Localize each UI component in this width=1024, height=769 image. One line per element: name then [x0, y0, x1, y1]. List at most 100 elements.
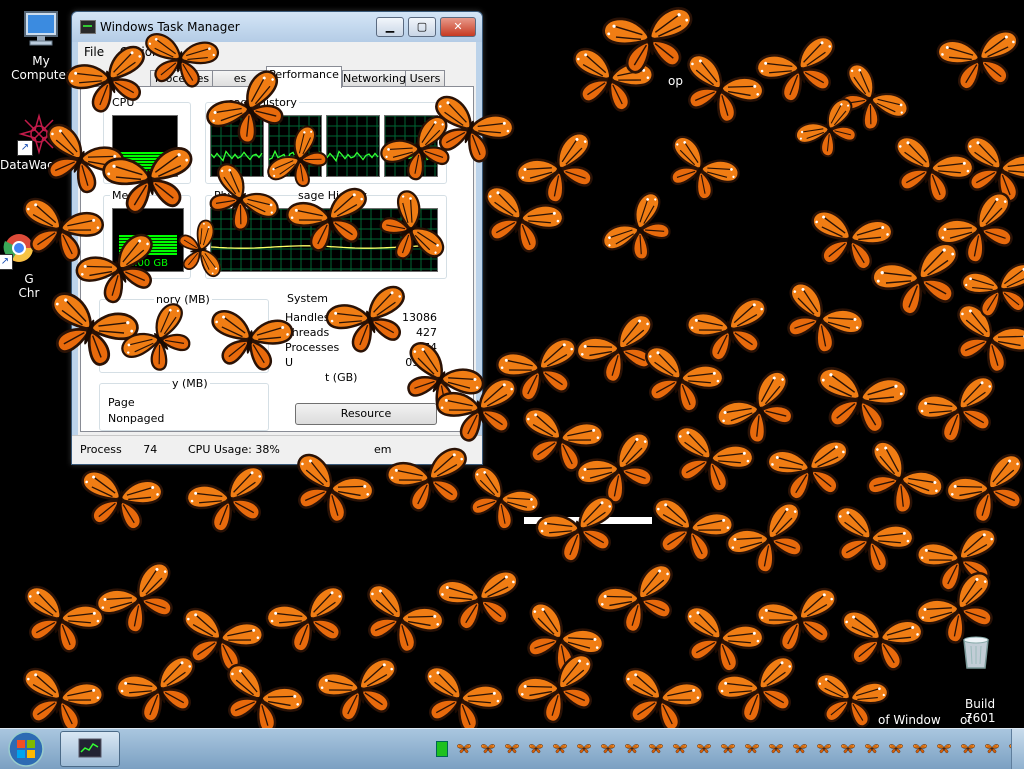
kernel-memory-group: y (MB) Page Nonpaged — [99, 377, 269, 431]
butterfly-icon[interactable] — [456, 741, 472, 755]
butterfly-icon — [809, 364, 910, 438]
show-desktop-button[interactable] — [1011, 729, 1024, 769]
tray-green-icon[interactable] — [436, 741, 448, 757]
cpu-history-graph-3 — [326, 115, 380, 177]
butterfly-icon — [12, 665, 107, 738]
butterfly-icon[interactable] — [792, 741, 808, 755]
datawagon-icon: ↗ — [17, 112, 61, 156]
butterfly-icon[interactable] — [480, 741, 496, 755]
system-row-value: 74 — [423, 341, 437, 354]
butterfly-icon — [770, 277, 869, 365]
menu-file[interactable]: File — [78, 42, 110, 59]
butterfly-icon — [455, 462, 544, 541]
desktop-icon-label: G — [24, 272, 34, 286]
system-row-commit: t (GB) — [285, 371, 437, 384]
tab-services[interactable]: es — [212, 70, 268, 87]
butterfly-icon[interactable] — [744, 741, 760, 755]
tab-networking[interactable]: Networking — [342, 70, 406, 87]
menu-options[interactable]: Options — [114, 42, 172, 59]
tab-applications[interactable] — [80, 70, 90, 87]
system-row-label: Threads — [285, 326, 330, 339]
butterfly-icon — [942, 449, 1024, 533]
start-button[interactable] — [6, 730, 46, 768]
butterfly-icon — [752, 32, 849, 111]
taskbar-button-task-manager[interactable] — [60, 731, 120, 767]
butterfly-icon — [612, 665, 707, 738]
butterfly-icon[interactable] — [504, 741, 520, 755]
butterfly-icon — [931, 187, 1024, 275]
memory-history-label-tail: sage History — [298, 189, 367, 202]
cpu-usage-label: CPU — [110, 96, 137, 109]
recycle-bin-icon[interactable] — [956, 632, 996, 672]
butterfly-icon — [313, 655, 408, 728]
system-row-label: Handles — [285, 311, 330, 324]
butterfly-icon[interactable] — [720, 741, 736, 755]
task-manager-icon — [80, 20, 96, 34]
desktop-white-bar — [524, 517, 652, 524]
memory-history-group: Phys sage History — [205, 189, 447, 279]
butterfly-icon — [510, 597, 609, 685]
butterfly-icon[interactable] — [864, 741, 880, 755]
desktop-icon-datawagon[interactable]: ↗ DataWagon... — [0, 112, 82, 172]
system-group: System Handles 13086 Threads 427 Process… — [281, 292, 445, 384]
butterfly-icon — [597, 187, 684, 274]
butterfly-icon[interactable] — [888, 741, 904, 755]
butterfly-icon — [642, 495, 737, 568]
title-bar[interactable]: Windows Task Manager ▁ ▢ ✕ — [72, 12, 482, 42]
minimize-button[interactable]: ▁ — [376, 17, 404, 37]
tab-performance[interactable]: Performance — [266, 66, 342, 88]
butterfly-icon[interactable] — [768, 741, 784, 755]
system-row-uptime: U 09:16 — [285, 356, 437, 369]
butterfly-icon — [821, 502, 918, 581]
graph-grid — [269, 116, 321, 176]
maximize-button[interactable]: ▢ — [408, 17, 436, 37]
system-row-processes: Processes 74 — [285, 341, 437, 354]
butterfly-icon[interactable] — [840, 741, 856, 755]
system-row-value: 09:16 — [405, 356, 437, 369]
close-button[interactable]: ✕ — [440, 17, 476, 37]
butterfly-icon — [572, 309, 669, 393]
butterfly-icon[interactable] — [696, 741, 712, 755]
butterfly-icon — [592, 559, 689, 643]
butterfly-icon[interactable] — [984, 741, 1000, 755]
butterfly-icon[interactable] — [912, 741, 928, 755]
butterfly-icon[interactable] — [816, 741, 832, 755]
tab-processes[interactable]: Processes — [150, 70, 214, 87]
butterfly-icon[interactable] — [960, 741, 976, 755]
memory-history-graph — [210, 208, 438, 272]
butterfly-icon[interactable] — [552, 741, 568, 755]
butterfly-icon[interactable] — [936, 741, 952, 755]
butterfly-icon — [934, 28, 1024, 95]
tab-users[interactable]: Users — [405, 70, 445, 87]
cpu-history-graph-2 — [268, 115, 322, 177]
shortcut-arrow-icon: ↗ — [0, 254, 13, 270]
butterfly-icon — [791, 94, 870, 167]
system-row-label: U — [285, 356, 294, 369]
butterfly-icon[interactable] — [672, 741, 688, 755]
resource-monitor-button[interactable]: Resource — [295, 403, 437, 425]
cpu-meter-fill — [119, 152, 171, 172]
system-row-value: 427 — [416, 326, 437, 339]
butterfly-icon — [172, 605, 267, 678]
system-tray — [430, 729, 1024, 769]
butterfly-icon[interactable] — [624, 741, 640, 755]
butterfly-icon[interactable] — [576, 741, 592, 755]
windows-logo-icon — [8, 731, 44, 767]
desktop-icon-label: DataWagon... — [0, 158, 82, 172]
butterfly-icon[interactable] — [528, 741, 544, 755]
graph-grid — [211, 209, 437, 271]
menu-bar: File Options — [78, 42, 476, 62]
desktop-icon-chrome[interactable]: ↗ G Chr — [0, 226, 58, 300]
physical-memory-group: nory (MB) — [99, 293, 269, 373]
butterfly-icon — [532, 492, 629, 571]
cpu-history-label: sage History — [226, 96, 299, 109]
status-memory: em — [374, 443, 392, 456]
butterfly-icon — [834, 608, 926, 675]
butterfly-icon[interactable] — [648, 741, 664, 755]
graph-grid — [327, 116, 379, 176]
butterfly-icon[interactable] — [600, 741, 616, 755]
task-manager-window[interactable]: Windows Task Manager ▁ ▢ ✕ File Options … — [71, 11, 483, 465]
desktop-icon-my-computer[interactable]: My Computer — [2, 8, 80, 82]
memory-group: Mem 1.00 GB — [103, 189, 191, 279]
butterfly-icon — [74, 468, 166, 535]
